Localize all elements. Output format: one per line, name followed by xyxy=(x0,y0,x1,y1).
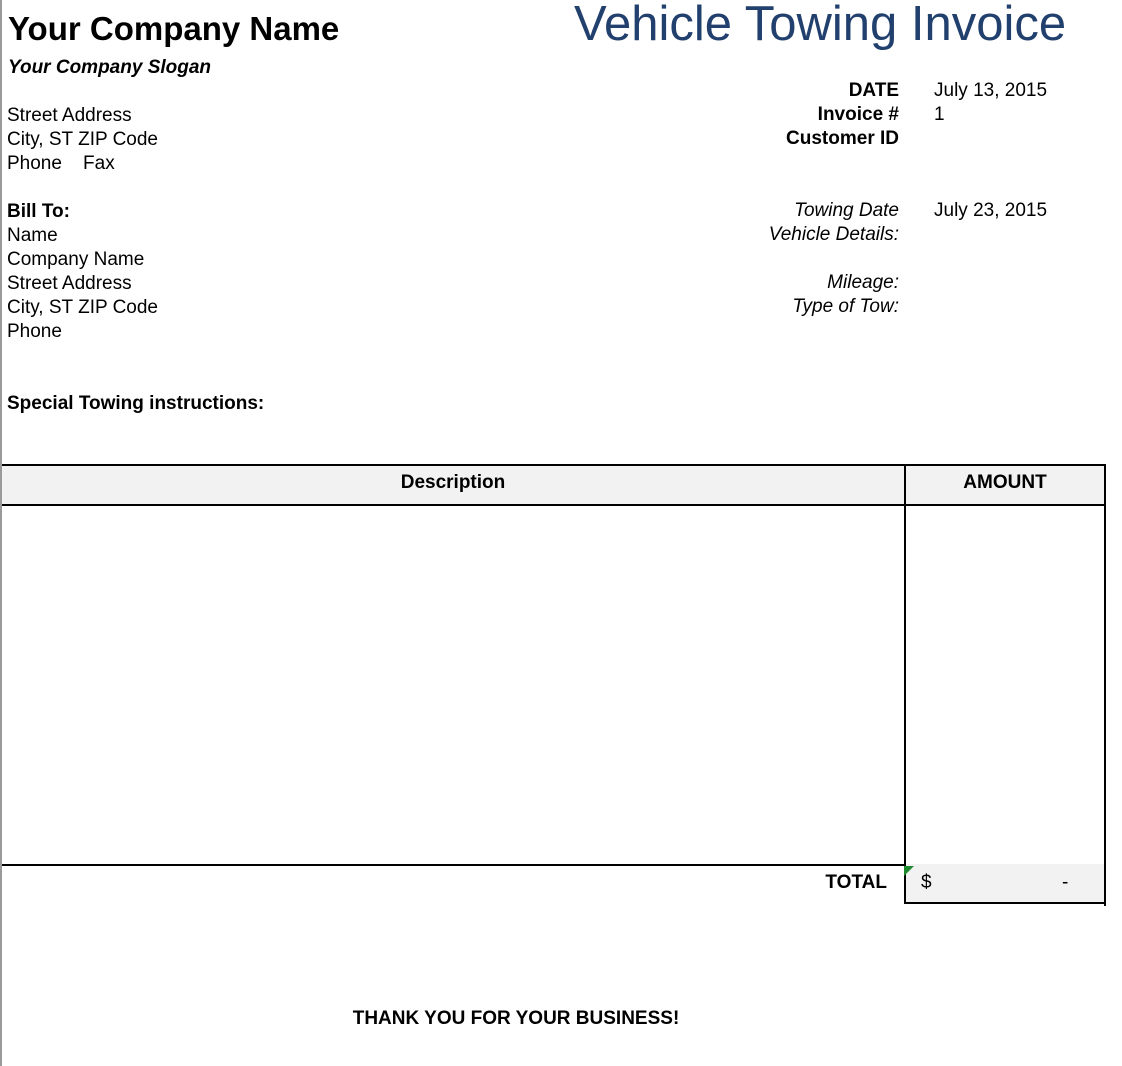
bill-to-city[interactable]: City, ST ZIP Code xyxy=(7,296,158,320)
bill-to-name[interactable]: Name xyxy=(7,224,58,248)
total-label: TOTAL xyxy=(825,872,887,893)
vehicle-details-label: Vehicle Details: xyxy=(768,224,899,245)
mileage-label: Mileage: xyxy=(827,272,899,293)
company-name: Your Company Name xyxy=(8,10,340,47)
total-value: - xyxy=(1062,872,1069,893)
bill-to-phone[interactable]: Phone xyxy=(7,320,62,344)
invoice-number-label: Invoice # xyxy=(817,104,899,125)
description-body-cell[interactable] xyxy=(2,506,904,864)
table-top-border xyxy=(2,464,1106,466)
customer-id-label: Customer ID xyxy=(786,128,899,149)
company-phone-fax: Phone Fax xyxy=(7,153,115,174)
description-header: Description xyxy=(400,472,506,493)
special-instructions-label: Special Towing instructions: xyxy=(7,393,265,414)
invoice-number-value[interactable]: 1 xyxy=(934,104,945,126)
thank-you-message: THANK YOU FOR YOUR BUSINESS! xyxy=(352,1008,680,1029)
bill-to-street[interactable]: Street Address xyxy=(7,272,132,296)
date-value[interactable]: July 13, 2015 xyxy=(934,80,1047,102)
invoice-title: Vehicle Towing Invoice xyxy=(574,0,1067,51)
total-cell[interactable] xyxy=(904,864,1106,904)
bill-to-company[interactable]: Company Name xyxy=(7,248,144,272)
company-city: City, ST ZIP Code xyxy=(7,129,158,150)
bill-to-heading: Bill To: xyxy=(7,201,70,222)
cell-comment-flag-icon xyxy=(904,866,914,876)
towing-date-value[interactable]: July 23, 2015 xyxy=(934,200,1047,222)
company-slogan: Your Company Slogan xyxy=(8,57,212,78)
total-currency: $ xyxy=(921,872,932,893)
tow-type-label: Type of Tow: xyxy=(792,296,899,317)
company-street: Street Address xyxy=(7,105,132,126)
date-label: DATE xyxy=(848,80,899,101)
table-right-border xyxy=(1104,464,1106,906)
towing-date-label: Towing Date xyxy=(794,200,899,221)
amount-header: AMOUNT xyxy=(963,472,1047,493)
amount-body-cell[interactable] xyxy=(906,506,1104,864)
